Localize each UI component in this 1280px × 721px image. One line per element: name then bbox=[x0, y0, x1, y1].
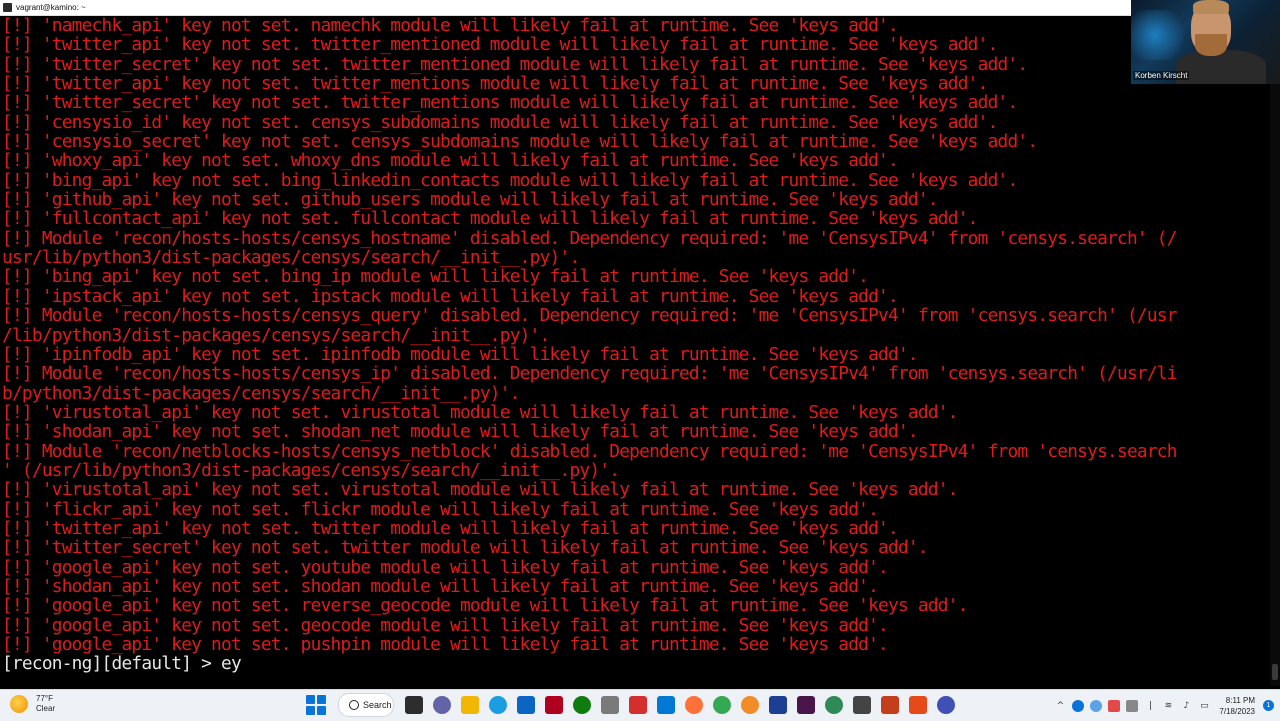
terminal-line: [!] 'twitter_api' key not set. twitter_m… bbox=[2, 73, 988, 95]
terminal-line: [!] 'shodan_api' key not set. shodan mod… bbox=[2, 575, 879, 597]
terminal-line: [!] Module 'recon/hosts-hosts/censys_hos… bbox=[2, 227, 1177, 249]
presenter-body bbox=[1176, 50, 1266, 84]
presenter-beard bbox=[1195, 34, 1227, 56]
chevron-up-icon[interactable]: ^ bbox=[1054, 700, 1066, 712]
terminal-line: [!] Module 'recon/hosts-hosts/censys_ip'… bbox=[2, 363, 1177, 385]
command-prompt[interactable]: [recon-ng][default] > ey bbox=[0, 654, 1270, 674]
task-view-icon[interactable] bbox=[405, 696, 423, 714]
terminal-line: [!] 'virustotal_api' key not set. virust… bbox=[2, 479, 958, 501]
app-icon-red[interactable] bbox=[545, 696, 563, 714]
snipping-tool-icon[interactable] bbox=[601, 696, 619, 714]
terminal-line: [!] Module 'recon/netblocks-hosts/censys… bbox=[2, 440, 1177, 462]
firefox-icon[interactable] bbox=[685, 696, 703, 714]
system-tray: ^ | ≋ ♪ ▭ 8:11 PM 7/18/2023 1 bbox=[1051, 690, 1280, 721]
background-glow bbox=[1131, 10, 1191, 60]
acrobat-icon[interactable] bbox=[629, 696, 647, 714]
terminal-line: [!] 'twitter_secret' key not set. twitte… bbox=[2, 537, 929, 559]
clock-time: 8:11 PM bbox=[1225, 695, 1255, 705]
presenter-name: Korben Kirscht bbox=[1133, 71, 1190, 80]
terminal-line: b/python3/dist-packages/censys/search/__… bbox=[2, 382, 520, 404]
store-icon[interactable] bbox=[517, 696, 535, 714]
scrollbar-thumb[interactable] bbox=[1272, 664, 1278, 680]
terminal-line: [!] 'bing_api' key not set. bing_linkedi… bbox=[2, 169, 1018, 191]
notification-badge[interactable]: 1 bbox=[1263, 700, 1274, 711]
onedrive-icon[interactable] bbox=[1072, 699, 1085, 712]
terminal-line: [!] 'virustotal_api' key not set. virust… bbox=[2, 401, 958, 423]
terminal-line: [!] 'google_api' key not set. geocode mo… bbox=[2, 614, 889, 636]
app-icon-blue[interactable] bbox=[937, 696, 955, 714]
webcam-overlay: Korben Kirscht bbox=[1131, 0, 1280, 84]
battery-icon[interactable]: ▭ bbox=[1198, 700, 1210, 712]
weather-temp: 77°F bbox=[36, 694, 53, 703]
presenter-hair bbox=[1193, 0, 1229, 14]
terminal-line: [!] 'flickr_api' key not set. flickr mod… bbox=[2, 498, 879, 520]
virtualbox-icon[interactable] bbox=[769, 696, 787, 714]
terminal-line: [!] 'censysio_id' key not set. censys_su… bbox=[2, 111, 998, 133]
xbox-icon[interactable] bbox=[573, 696, 591, 714]
microphone-icon[interactable]: | bbox=[1144, 700, 1156, 712]
terminal-line: [!] 'shodan_api' key not set. shodan_net… bbox=[2, 421, 919, 443]
terminal-line: [!] Module 'recon/hosts-hosts/censys_que… bbox=[2, 305, 1177, 327]
terminal-line: [!] 'censysio_secret' key not set. censy… bbox=[2, 131, 1038, 153]
start-button[interactable] bbox=[306, 695, 326, 715]
terminal-line: [!] 'google_api' key not set. pushpin mo… bbox=[2, 634, 889, 655]
search-button[interactable]: Search bbox=[338, 693, 394, 717]
terminal-line: [!] 'fullcontact_api' key not set. fullc… bbox=[2, 208, 978, 230]
sun-icon bbox=[10, 695, 28, 713]
search-label: Search bbox=[363, 700, 392, 710]
weather-condition: Clear bbox=[36, 704, 56, 713]
taskbar-apps: Search bbox=[300, 693, 960, 717]
app-icon-cross[interactable] bbox=[909, 696, 927, 714]
edge-icon[interactable] bbox=[489, 696, 507, 714]
terminal-line: [!] 'ipstack_api' key not set. ipstack m… bbox=[2, 285, 899, 307]
azure-icon[interactable] bbox=[657, 696, 675, 714]
terminal-line: [!] 'twitter_api' key not set. twitter_m… bbox=[2, 34, 998, 56]
search-icon bbox=[349, 700, 359, 710]
edge-beta-icon[interactable] bbox=[825, 696, 843, 714]
terminal-line: [!] 'google_api' key not set. reverse_ge… bbox=[2, 595, 968, 617]
terminal-line: [!] 'ipinfodb_api' key not set. ipinfodb… bbox=[2, 343, 919, 365]
file-explorer-icon[interactable] bbox=[461, 696, 479, 714]
terminal-line: /lib/python3/dist-packages/censys/search… bbox=[2, 324, 550, 346]
weather-widget[interactable]: 77°F Clear bbox=[10, 694, 55, 714]
terminal-line: [!] 'github_api' key not set. github_use… bbox=[2, 189, 939, 211]
terminal-scrollbar[interactable] bbox=[1270, 16, 1280, 686]
calculator-icon[interactable] bbox=[853, 696, 871, 714]
terminal-line: [!] 'bing_api' key not set. bing_ip modu… bbox=[2, 266, 869, 288]
taskbar: 77°F Clear Search ^ | ≋ ♪ ▭ 8:11 PM 7/18… bbox=[0, 689, 1280, 721]
wifi-icon[interactable]: ≋ bbox=[1162, 700, 1174, 712]
terminal-icon bbox=[3, 3, 12, 12]
terminal-line: [!] 'whoxy_api' key not set. whoxy_dns m… bbox=[2, 150, 899, 172]
terminal-line: usr/lib/python3/dist-packages/censys/sea… bbox=[2, 247, 580, 269]
powerpoint-icon[interactable] bbox=[881, 696, 899, 714]
terminal-output[interactable]: [!] 'namechk_api' key not set. namechk m… bbox=[0, 16, 1270, 686]
terminal-line: [!] 'twitter_secret' key not set. twitte… bbox=[2, 92, 1018, 114]
clock-date: 7/18/2023 bbox=[1219, 706, 1255, 716]
app-icon-orange[interactable] bbox=[741, 696, 759, 714]
tray-icon[interactable] bbox=[1126, 699, 1139, 712]
volume-icon[interactable]: ♪ bbox=[1180, 700, 1192, 712]
window-title: vagrant@kamino: ~ bbox=[16, 3, 86, 12]
window-titlebar[interactable]: vagrant@kamino: ~ bbox=[0, 0, 1280, 16]
cloud-icon[interactable] bbox=[1090, 699, 1103, 712]
chrome-icon[interactable] bbox=[713, 696, 731, 714]
app-tray-icon[interactable] bbox=[1108, 699, 1121, 712]
terminal-line: [!] 'google_api' key not set. youtube mo… bbox=[2, 556, 889, 578]
clock[interactable]: 8:11 PM 7/18/2023 bbox=[1219, 695, 1255, 717]
terminal-line: [!] 'twitter_secret' key not set. twitte… bbox=[2, 53, 1028, 75]
terminal-line: [!] 'twitter_api' key not set. twitter m… bbox=[2, 517, 899, 539]
terminal-line: [!] 'namechk_api' key not set. namechk m… bbox=[2, 16, 899, 36]
slack-icon[interactable] bbox=[797, 696, 815, 714]
chat-icon[interactable] bbox=[433, 696, 451, 714]
terminal-line: ' (/usr/lib/python3/dist-packages/censys… bbox=[2, 459, 620, 481]
